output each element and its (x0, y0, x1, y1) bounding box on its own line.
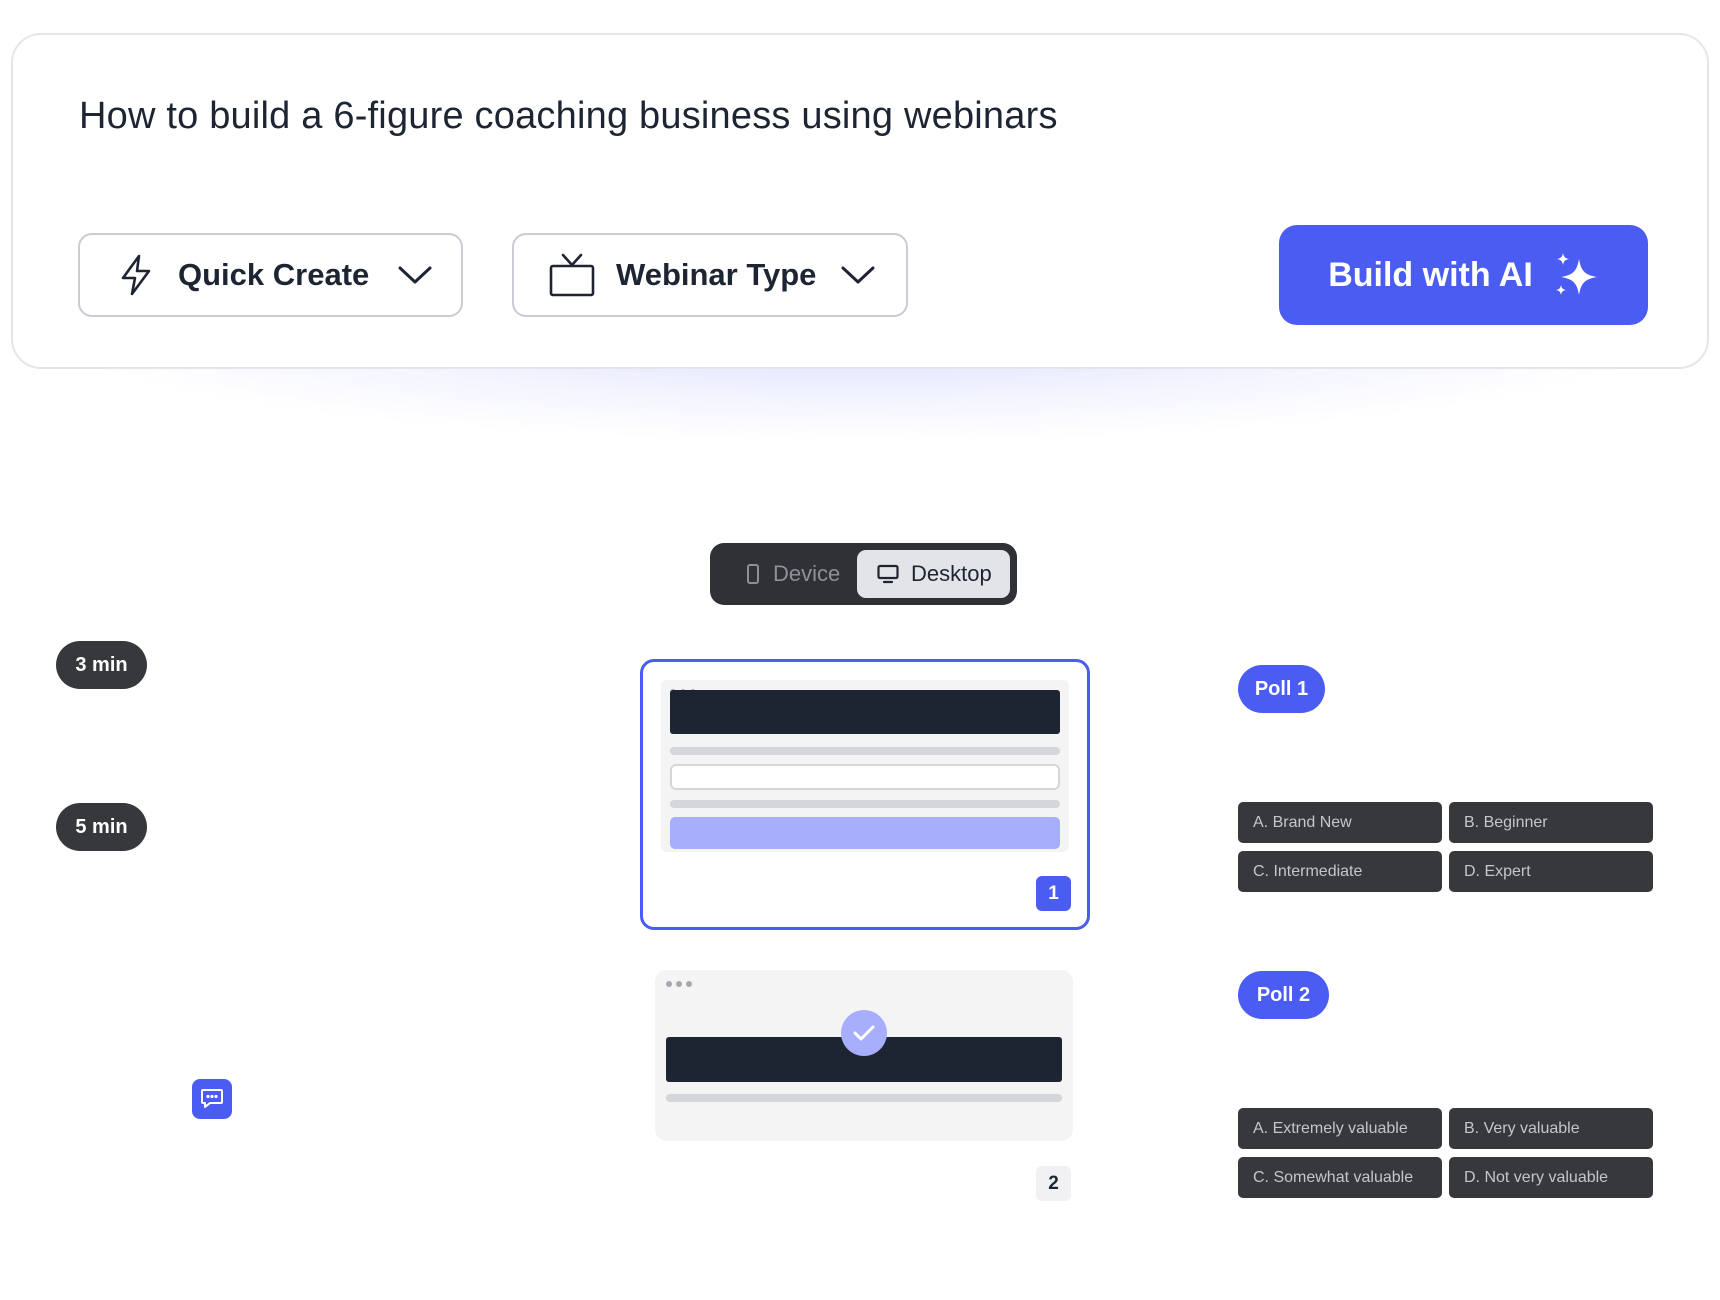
poll-option[interactable]: A. Extremely valuable (1238, 1108, 1442, 1149)
tv-icon (548, 252, 596, 298)
slide-headline-block (670, 690, 1060, 734)
poll-2-badge[interactable]: Poll 2 (1238, 971, 1329, 1019)
monitor-icon (877, 564, 899, 584)
toggle-desktop-label: Desktop (911, 561, 992, 586)
slide-text-line (670, 800, 1060, 808)
quick-create-dropdown[interactable]: Quick Create (78, 233, 463, 317)
prompt-text[interactable]: How to build a 6-figure coaching busines… (79, 95, 1058, 138)
slide-text-line (666, 1094, 1062, 1102)
toggle-desktop[interactable]: Desktop (857, 550, 1010, 598)
poll-option[interactable]: B. Beginner (1449, 802, 1653, 843)
slide-text-line (670, 747, 1060, 755)
slide-thumbnail-2[interactable] (655, 970, 1073, 1141)
poll-option[interactable]: A. Brand New (1238, 802, 1442, 843)
slide-input-block (670, 764, 1060, 790)
slide-button-block (670, 817, 1060, 849)
chevron-down-icon (397, 264, 433, 286)
phone-icon (747, 564, 759, 584)
window-dots (666, 981, 692, 987)
webinar-type-label: Webinar Type (616, 257, 817, 292)
poll-1-badge[interactable]: Poll 1 (1238, 665, 1325, 713)
poll-option[interactable]: B. Very valuable (1449, 1108, 1653, 1149)
poll-option[interactable]: D. Expert (1449, 851, 1653, 892)
time-marker: 5 min (56, 803, 147, 851)
sparkles-icon (1553, 251, 1599, 299)
slide-preview (661, 680, 1069, 852)
build-with-ai-button[interactable]: Build with AI (1279, 225, 1648, 325)
slide-thumbnail-1[interactable] (640, 659, 1090, 930)
check-icon (841, 1010, 887, 1056)
view-toggle: Device Desktop (710, 543, 1017, 605)
chat-icon[interactable] (192, 1079, 232, 1119)
poll-option[interactable]: D. Not very valuable (1449, 1157, 1653, 1198)
quick-create-label: Quick Create (178, 257, 370, 292)
time-marker: 3 min (56, 641, 147, 689)
slide-number-badge: 2 (1036, 1166, 1071, 1201)
webinar-type-dropdown[interactable]: Webinar Type (512, 233, 908, 317)
chevron-down-icon (840, 264, 876, 286)
lightning-icon (118, 253, 154, 297)
toggle-device-label: Device (773, 561, 841, 586)
poll-option[interactable]: C. Somewhat valuable (1238, 1157, 1442, 1198)
build-with-ai-label: Build with AI (1328, 255, 1533, 294)
toggle-device[interactable]: Device (717, 550, 857, 598)
poll-option[interactable]: C. Intermediate (1238, 851, 1442, 892)
slide-number-badge: 1 (1036, 876, 1071, 911)
